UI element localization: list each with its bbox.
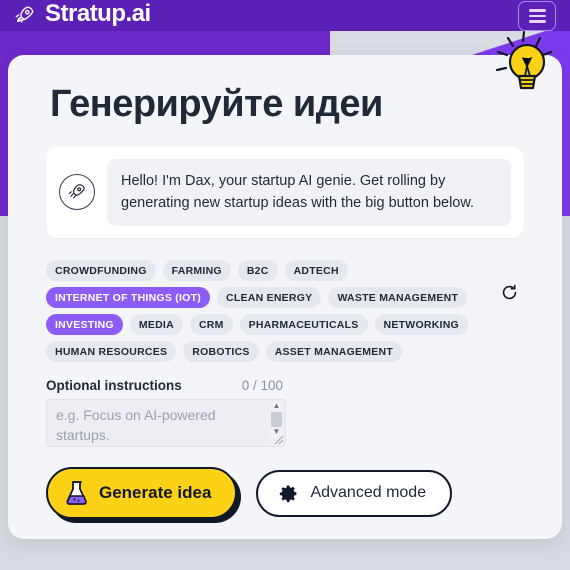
generate-idea-label: Generate idea bbox=[99, 483, 212, 503]
instructions-label: Optional instructions bbox=[46, 378, 182, 394]
tag-pill[interactable]: ASSET MANAGEMENT bbox=[265, 341, 403, 363]
brand-name: Stratup.ai bbox=[45, 0, 151, 27]
instructions-textarea-wrapper[interactable]: e.g. Focus on AI-powered startups. ▲ ▼ bbox=[46, 399, 286, 448]
advanced-mode-button[interactable]: Advanced mode bbox=[256, 469, 453, 517]
brand-logo[interactable]: Stratup.ai bbox=[14, 0, 151, 27]
instructions-header: Optional instructions 0 / 100 bbox=[46, 378, 524, 393]
refresh-icon[interactable] bbox=[494, 278, 524, 308]
tag-pill[interactable]: MEDIA bbox=[129, 313, 183, 336]
tag-pill[interactable]: NETWORKING bbox=[374, 313, 468, 336]
menu-bar-1 bbox=[528, 9, 546, 12]
generate-idea-button[interactable]: Generate idea bbox=[46, 467, 238, 520]
character-counter: 0 / 100 bbox=[241, 378, 284, 394]
tag-pill[interactable]: ROBOTICS bbox=[183, 341, 259, 363]
action-buttons: Generate idea Advanced mode bbox=[46, 467, 528, 520]
tag-pill[interactable]: INVESTING bbox=[46, 313, 123, 336]
tag-pill[interactable]: PHARMACEUTICALS bbox=[239, 313, 368, 336]
avatar bbox=[59, 174, 95, 211]
scroll-up-icon[interactable]: ▲ bbox=[273, 402, 281, 411]
gear-icon bbox=[280, 485, 297, 502]
resize-handle-icon[interactable] bbox=[273, 434, 284, 445]
tag-list: CROWDFUNDING FARMING B2C ADTECH INTERNET OF … bbox=[46, 259, 486, 363]
top-navigation-bar: Stratup.ai bbox=[0, 0, 570, 31]
tag-pill[interactable]: CLEAN ENERGY bbox=[217, 286, 322, 308]
tag-selector-area: CROWDFUNDING FARMING B2C ADTECH INTERNET OF … bbox=[46, 259, 524, 363]
lightbulb-icon bbox=[495, 30, 553, 90]
rocket-icon bbox=[15, 6, 34, 23]
tag-pill[interactable]: HUMAN RESOURCES bbox=[46, 341, 177, 363]
tag-pill[interactable]: FARMING bbox=[162, 259, 231, 281]
menu-bar-3 bbox=[528, 20, 546, 23]
scrollbar-thumb[interactable] bbox=[271, 412, 282, 428]
advanced-mode-label: Advanced mode bbox=[310, 484, 427, 502]
tag-pill[interactable]: CROWDFUNDING bbox=[46, 259, 156, 281]
assistant-message-text: Hello! I'm Dax, your startup AI genie. G… bbox=[107, 158, 511, 226]
tag-pill[interactable]: WASTE MANAGEMENT bbox=[328, 286, 468, 308]
tag-pill[interactable]: ADTECH bbox=[284, 259, 348, 281]
tag-pill[interactable]: INTERNET OF THINGS (IOT) bbox=[46, 286, 210, 308]
instructions-placeholder: e.g. Focus on AI-powered startups. bbox=[56, 407, 216, 444]
page-title: Генерируйте идеи bbox=[50, 83, 383, 125]
hamburger-menu-icon[interactable] bbox=[518, 1, 556, 31]
main-content-card: Генерируйте идеи Hello! I'm Dax, your st… bbox=[8, 55, 562, 539]
flask-icon bbox=[66, 481, 87, 505]
refresh-glyph bbox=[502, 284, 516, 300]
tag-pill[interactable]: CRM bbox=[189, 313, 233, 336]
tag-pill[interactable]: B2C bbox=[237, 259, 278, 281]
menu-bar-2 bbox=[528, 14, 546, 18]
rocket-avatar-icon bbox=[68, 184, 85, 199]
assistant-message-panel: Hello! I'm Dax, your startup AI genie. G… bbox=[46, 146, 524, 238]
